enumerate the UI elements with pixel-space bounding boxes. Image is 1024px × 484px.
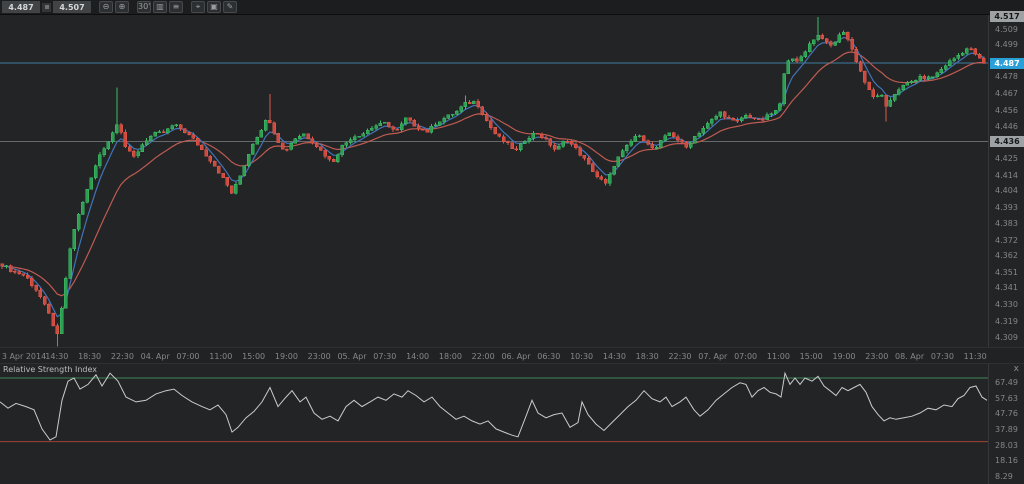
time-axis-label: 14:00 — [406, 352, 429, 361]
time-axis-label: 11:30 — [964, 352, 987, 361]
rsi-axis-label: 37.89 — [995, 425, 1018, 434]
price-axis-label: 4.478 — [995, 72, 1018, 81]
price-axis-label: 4.446 — [995, 122, 1018, 131]
rsi-close-icon[interactable]: x — [1014, 364, 1019, 374]
price-axis-label: 4.414 — [995, 171, 1018, 180]
price-axis-label: 4.351 — [995, 268, 1018, 277]
mid-level-price-tag: 4.436 — [990, 136, 1024, 147]
price-axis-label: 4.341 — [995, 283, 1018, 292]
price-axis-label: 4.309 — [995, 333, 1018, 342]
time-axis-label: 04. Apr — [141, 352, 170, 361]
price-axis-label: 4.404 — [995, 186, 1018, 195]
price-axis-label: 4.383 — [995, 219, 1018, 228]
zoom-in-icon[interactable]: ⊕ — [115, 1, 129, 13]
price-axis-label: 4.456 — [995, 106, 1018, 115]
draw-pencil-icon[interactable]: ✎ — [223, 1, 237, 13]
time-axis-label: 05. Apr — [337, 352, 366, 361]
time-axis[interactable]: 3 Apr 201414:3018:3022:3004. Apr07:0011:… — [0, 347, 1024, 363]
time-axis-label: 23:00 — [865, 352, 888, 361]
time-axis-label: 08. Apr — [895, 352, 924, 361]
toolbar-zoom-group: ⊖⊕ — [99, 1, 129, 13]
time-axis-label: 18:30 — [78, 352, 101, 361]
rsi-axis-label: 28.03 — [995, 441, 1018, 450]
toolbar-tools-group: ⌖▣✎ — [191, 1, 237, 13]
zoom-out-icon[interactable]: ⊖ — [99, 1, 113, 13]
time-axis-label: 14:30 — [603, 352, 626, 361]
rsi-axis-label: 18.16 — [995, 456, 1018, 465]
time-axis-label: 22:30 — [668, 352, 691, 361]
price-axis-label: 4.319 — [995, 317, 1018, 326]
menu-icon[interactable]: ≡ — [169, 1, 183, 13]
rsi-axis-label: 47.76 — [995, 409, 1018, 418]
time-axis-label: 06:30 — [537, 352, 560, 361]
spread-icon — [42, 3, 51, 12]
time-axis-label: 07:00 — [176, 352, 199, 361]
time-axis-label: 07:00 — [734, 352, 757, 361]
rsi-axis-label: 57.63 — [995, 394, 1018, 403]
price-axis-label: 4.509 — [995, 25, 1018, 34]
time-axis-label: 18:30 — [636, 352, 659, 361]
chart-type-icon[interactable]: ▥ — [153, 1, 167, 13]
time-axis-label: 18:00 — [439, 352, 462, 361]
trading-platform-window: 4.487 4.507 ⊖⊕ 30'▥≡ ⌖▣✎ 4.509 4.499 4.478… — [0, 0, 1024, 484]
time-axis-label: 22:00 — [472, 352, 495, 361]
sell-price-button[interactable]: 4.487 — [2, 1, 40, 13]
time-axis-label: 10:30 — [570, 352, 593, 361]
time-axis-label: 22:30 — [111, 352, 134, 361]
candles-canvas[interactable] — [0, 15, 988, 347]
crosshair-icon[interactable]: ⌖ — [191, 1, 205, 13]
toolbar-view-group: 30'▥≡ — [137, 1, 183, 13]
chart-toolbar: 4.487 4.507 ⊖⊕ 30'▥≡ ⌖▣✎ — [0, 0, 1024, 15]
current-price-tag: 4.487 — [990, 58, 1024, 69]
rsi-indicator-panel[interactable]: Relative Strength Index x 67.49 57.63 47.7… — [0, 363, 1024, 484]
time-axis-label: 15:00 — [800, 352, 823, 361]
rsi-axis-label: 8.29 — [995, 472, 1013, 481]
session-high-price-tag: 4.517 — [990, 11, 1024, 22]
price-axis-label: 4.499 — [995, 40, 1018, 49]
candlestick-chart-panel[interactable]: 4.509 4.499 4.478 4.467 4.456 4.446 4.425 4.414… — [0, 15, 1024, 347]
annotate-icon[interactable]: ▣ — [207, 1, 221, 13]
price-axis-label: 4.372 — [995, 236, 1018, 245]
price-axis-label: 4.330 — [995, 300, 1018, 309]
time-axis-label: 3 Apr 2014 — [2, 352, 46, 361]
time-axis-label: 06. Apr — [501, 352, 530, 361]
price-axis-label: 4.362 — [995, 251, 1018, 260]
time-axis-label: 19:00 — [832, 352, 855, 361]
time-axis-label: 11:00 — [209, 352, 232, 361]
time-axis-label: 14:30 — [45, 352, 68, 361]
rsi-title: Relative Strength Index — [3, 365, 97, 374]
time-axis-label: 23:00 — [308, 352, 331, 361]
price-axis-label: 4.393 — [995, 203, 1018, 212]
rsi-axis: x 67.49 57.63 47.76 37.89 28.03 18.16 8.29 — [988, 364, 1024, 484]
price-axis-label: 4.425 — [995, 154, 1018, 163]
time-axis-label: 19:00 — [275, 352, 298, 361]
rsi-axis-label: 67.49 — [995, 378, 1018, 387]
time-axis-label: 07. Apr — [698, 352, 727, 361]
timeframe-30min-icon[interactable]: 30' — [137, 1, 151, 13]
time-axis-label: 15:00 — [242, 352, 265, 361]
time-axis-label: 11:00 — [767, 352, 790, 361]
rsi-canvas[interactable] — [0, 364, 988, 484]
price-axis-label: 4.467 — [995, 89, 1018, 98]
time-axis-label: 07:30 — [931, 352, 954, 361]
time-axis-label: 07:30 — [373, 352, 396, 361]
buy-price-button[interactable]: 4.507 — [53, 1, 91, 13]
